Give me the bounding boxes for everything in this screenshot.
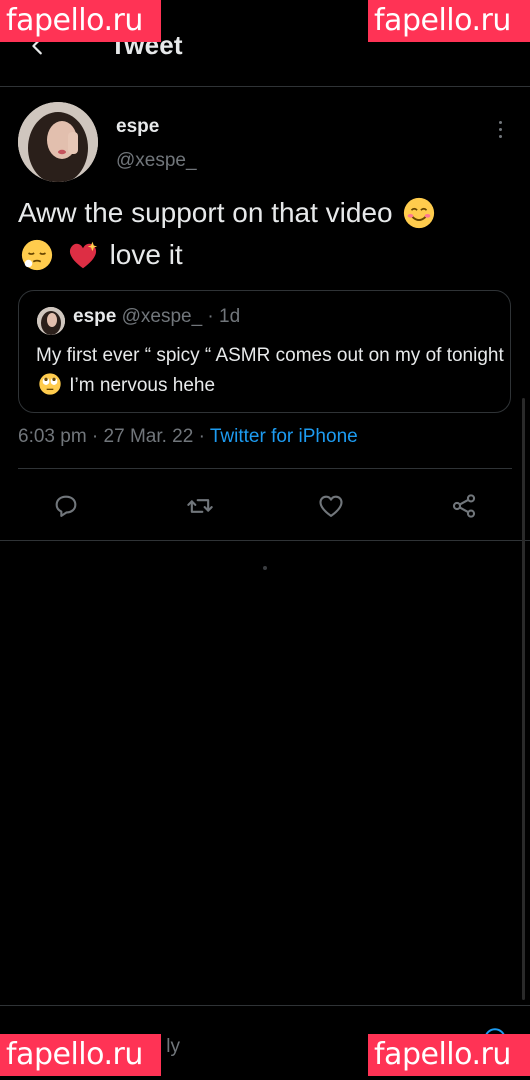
tweet-text-part2: love it: [109, 239, 183, 270]
like-icon: [319, 495, 343, 517]
watermark-bottom-right: fapello.ru: [368, 1034, 530, 1076]
more-options-button[interactable]: [488, 114, 512, 144]
like-button[interactable]: [311, 486, 351, 526]
quoted-text: My first ever “ spicy “ ASMR comes out o…: [36, 341, 506, 401]
quoted-author-handle: @xespe_: [121, 306, 203, 327]
share-icon: [452, 494, 476, 518]
divider: [0, 540, 530, 541]
share-button[interactable]: [444, 486, 484, 526]
more-dot-icon: [498, 134, 502, 138]
tweet-timestamp: 6:03 pm · 27 Mar. 22 ·: [18, 426, 210, 447]
quoted-age: · 1d: [202, 306, 241, 327]
rolling-eyes-emoji: [39, 373, 61, 396]
divider: [18, 468, 512, 469]
quoted-author-name: espe: [73, 306, 117, 327]
tweet-source-link[interactable]: Twitter for iPhone: [210, 426, 358, 447]
divider: [0, 1005, 530, 1006]
retweet-icon: [187, 499, 213, 513]
tweet-text-part1: Aww the support on that video: [18, 197, 393, 228]
retweet-button[interactable]: [180, 486, 220, 526]
relieved-face-emoji: [21, 239, 53, 270]
author-handle: @xespe_: [116, 150, 197, 171]
quoted-text-part2: I’m nervous hehe: [69, 375, 216, 396]
quoted-tweet[interactable]: espe @xespe_ · 1d My first ever “ spicy …: [18, 290, 511, 413]
more-dot-icon: [498, 120, 502, 124]
more-dot-icon: [498, 127, 502, 131]
loading-indicator: [263, 566, 267, 570]
tweet-meta: 6:03 pm · 27 Mar. 22 · Twitter for iPhon…: [18, 426, 358, 448]
reply-icon: [55, 495, 77, 517]
reply-placeholder: ly: [166, 1036, 180, 1057]
avatar[interactable]: [18, 102, 98, 182]
tweet-detail-screen: Tweet espe @xespe_ Aww the support on th…: [0, 0, 530, 1080]
watermark-bottom-left: fapello.ru: [0, 1034, 161, 1076]
quoted-avatar: [37, 307, 65, 335]
tweet-actions: [0, 486, 530, 526]
watermark-top-left: fapello.ru: [0, 0, 161, 42]
author-name[interactable]: espe: [116, 116, 159, 138]
sparkling-heart-emoji: [69, 241, 97, 268]
quoted-header: espe @xespe_ · 1d: [73, 306, 240, 328]
scrollbar[interactable]: [522, 398, 525, 1000]
reply-button[interactable]: [46, 486, 86, 526]
smiling-face-emoji: [404, 197, 435, 228]
tweet-text: Aww the support on that video love it: [18, 192, 518, 276]
quoted-text-part1: My first ever “ spicy “ ASMR comes out o…: [36, 345, 504, 366]
watermark-top-right: fapello.ru: [368, 0, 530, 42]
